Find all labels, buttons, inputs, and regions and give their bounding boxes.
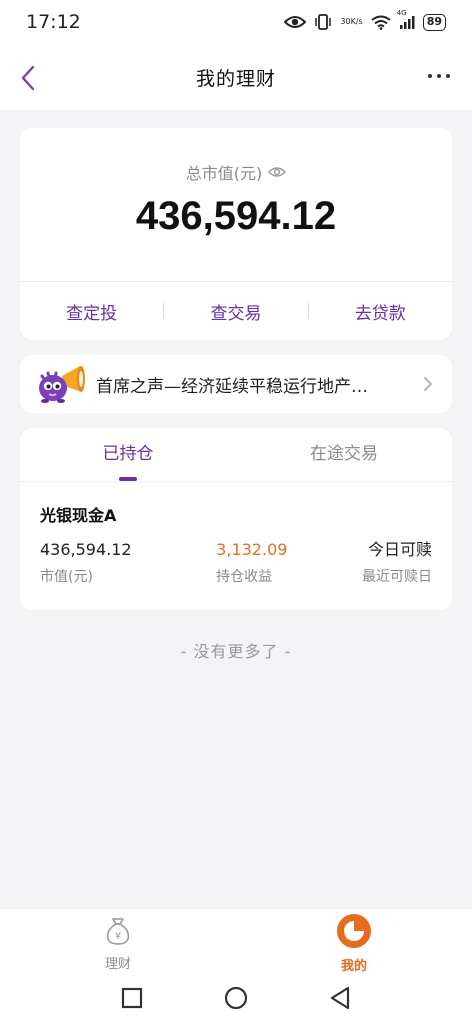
view-auto-invest-button[interactable]: 查定投 [20, 299, 163, 324]
dot-icon [428, 74, 432, 78]
holdings-tabs: 已持仓 在途交易 [20, 428, 452, 482]
tab-label: 已持仓 [102, 444, 154, 464]
apply-loan-button[interactable]: 去贷款 [309, 299, 452, 324]
fund-profit-label: 持仓收益 [216, 569, 273, 585]
tab-label: 在途交易 [310, 444, 378, 464]
home-button[interactable] [221, 983, 251, 1013]
back-button[interactable] [14, 62, 42, 94]
bottom-tab-bar: ¥ 理财 我的 [0, 908, 472, 974]
recent-apps-button[interactable] [117, 983, 147, 1013]
fund-details[interactable]: 436,594.12 市值(元) 3,132.09 持仓收益 今日可赎 最近可赎… [40, 538, 432, 586]
holdings-card: 已持仓 在途交易 光银现金A 436,594.12 市值(元) 3,132.09… [20, 428, 452, 610]
total-market-value-label: 总市值(元) [185, 164, 263, 183]
bottom-tab-wealth[interactable]: ¥ 理财 [0, 909, 236, 972]
active-tab-indicator [119, 477, 137, 481]
eye-icon [284, 15, 307, 29]
bottom-tab-mine[interactable]: 我的 [236, 909, 472, 974]
wifi-icon [371, 15, 391, 30]
end-of-list-note: - 没有更多了 - [180, 642, 292, 661]
system-nav-bar [0, 972, 472, 1024]
status-time: 17:12 [26, 11, 81, 33]
chevron-left-icon [21, 65, 35, 91]
pie-chart-icon [335, 913, 373, 953]
chevron-right-icon [422, 376, 434, 392]
circle-icon [224, 986, 248, 1010]
dot-icon [437, 74, 441, 78]
bottom-tab-label: 理财 [104, 957, 131, 972]
net-speed-unit: K/s [350, 17, 363, 26]
asset-summary-card: 总市值(元) 436,594.12 查定投 查交易 去贷款 [20, 128, 452, 340]
page-title: 我的理财 [195, 67, 276, 90]
profit-column: 3,132.09 持仓收益 [206, 538, 287, 586]
status-bar: 17:12 30 K/s 4G 89 [0, 0, 472, 44]
view-transactions-button[interactable]: 查交易 [164, 299, 307, 324]
battery-indicator: 89 [422, 13, 446, 31]
vibrate-icon [314, 14, 332, 30]
triangle-back-icon [330, 986, 350, 1010]
news-headline: 首席之声—经济延续平稳运行地产… [96, 376, 368, 397]
more-options-button[interactable] [428, 74, 450, 78]
fund-name[interactable]: 光银现金A [40, 502, 116, 526]
total-label-row: 总市值(元) [20, 160, 452, 184]
net-speed-value: 30 [340, 17, 351, 26]
money-bag-icon: ¥ [101, 913, 135, 951]
net-speed: 30 K/s [340, 18, 362, 26]
market-value-column: 436,594.12 市值(元) [40, 538, 132, 586]
fund-profit: 3,132.09 [216, 540, 288, 559]
cell-signal-icon: 4G [397, 9, 415, 29]
fund-redeem-label: 最近可赎日 [361, 569, 432, 585]
status-icons: 30 K/s 4G 89 [284, 9, 446, 31]
news-banner[interactable]: 首席之声—经济延续平稳运行地产… [20, 355, 452, 413]
fund-redeem-date: 今日可赎 [367, 540, 432, 559]
tab-holdings[interactable]: 已持仓 [20, 428, 236, 481]
eye-toggle-icon[interactable] [268, 163, 287, 182]
quick-actions: 查定投 查交易 去贷款 [20, 282, 452, 340]
megaphone-mascot-icon [36, 362, 88, 406]
fund-market-value: 436,594.12 [40, 540, 132, 559]
signal-label: 4G [396, 9, 407, 17]
redeem-column: 今日可赎 最近可赎日 [362, 538, 432, 586]
fund-market-value-label: 市值(元) [40, 569, 93, 585]
system-back-button[interactable] [325, 983, 355, 1013]
app-header: 我的理财 [0, 44, 472, 110]
square-icon [121, 987, 143, 1009]
tab-pending-transactions[interactable]: 在途交易 [236, 428, 452, 481]
total-market-value: 436,594.12 [135, 194, 337, 238]
svg-text:¥: ¥ [115, 931, 121, 942]
dot-icon [446, 74, 450, 78]
